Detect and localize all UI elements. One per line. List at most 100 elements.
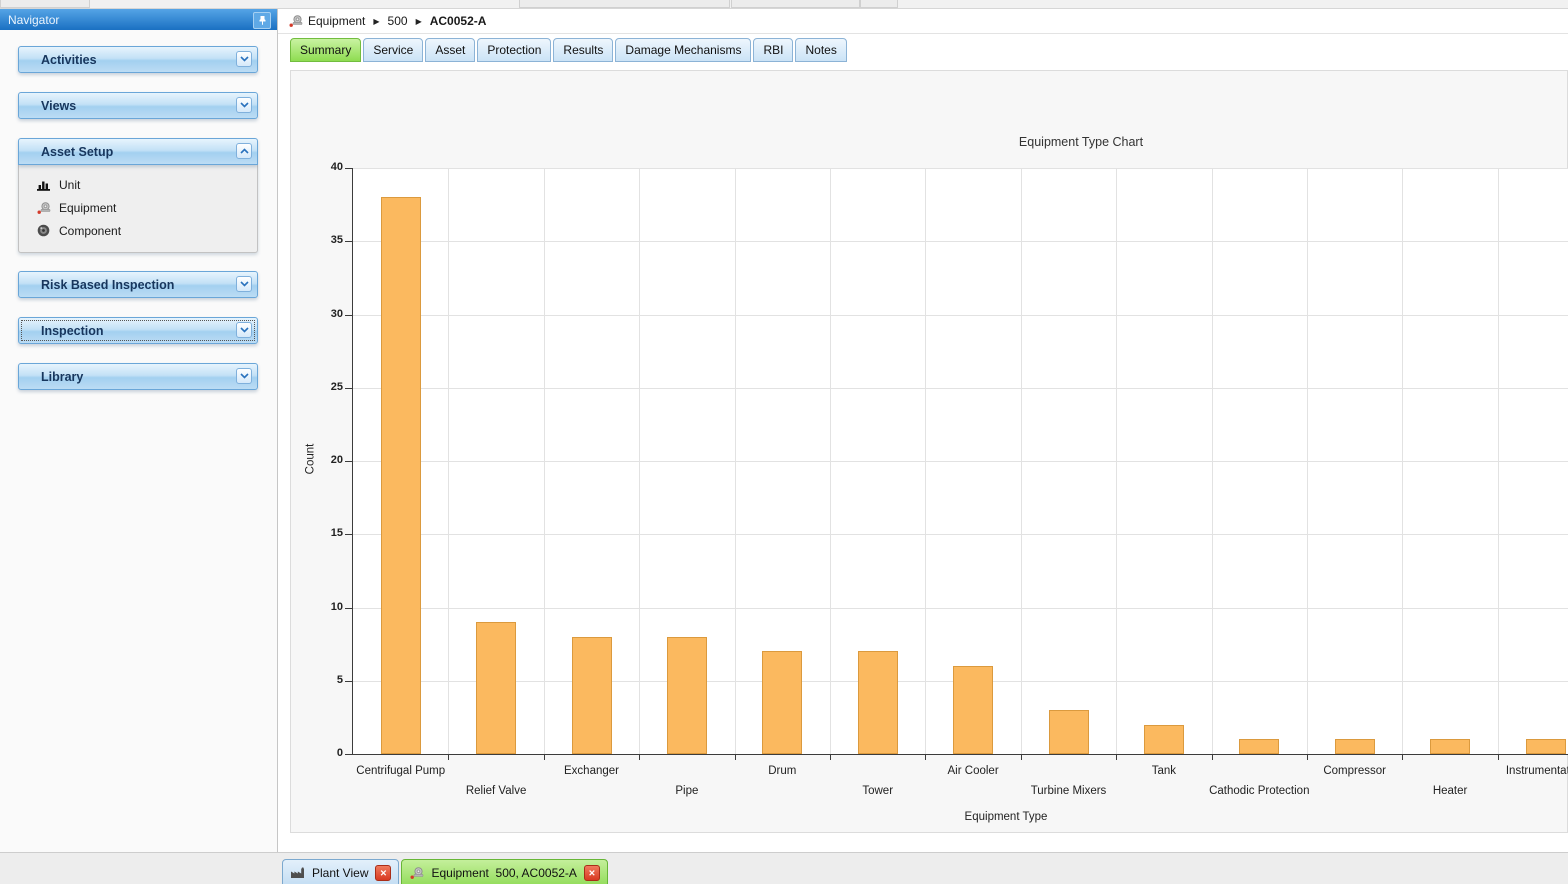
sidebar-item-equipment[interactable]: Equipment — [19, 196, 257, 219]
sidebar-item-label: Component — [52, 224, 121, 238]
gridline — [353, 608, 1568, 609]
bar-heater — [1430, 739, 1470, 754]
plot-area: 0510152025303540Centrifugal PumpRelief V… — [352, 168, 1568, 755]
section-asset-setup-toggle[interactable] — [236, 143, 252, 159]
section-header-views[interactable]: Views — [18, 92, 258, 119]
section-header-risk-based-inspection[interactable]: Risk Based Inspection — [18, 271, 258, 298]
gridline — [735, 168, 736, 754]
gridline — [639, 168, 640, 754]
bar-tank — [1144, 725, 1184, 754]
y-tick-label: 0 — [303, 747, 343, 759]
breadcrumb-item-500[interactable]: 500 — [388, 14, 408, 28]
section-activities-toggle[interactable] — [236, 51, 252, 67]
close-icon[interactable]: ✕ — [375, 865, 391, 881]
gridline — [353, 388, 1568, 389]
section-label: Views — [19, 99, 76, 113]
x-tick-label-compressor: Compressor — [1280, 765, 1430, 777]
gridline — [1402, 168, 1403, 754]
bar-instrumentation — [1526, 739, 1566, 754]
equipment-icon — [288, 13, 304, 29]
y-tick-mark — [345, 461, 352, 462]
tab-summary[interactable]: Summary — [290, 38, 361, 62]
section-views-toggle[interactable] — [236, 97, 252, 113]
section-header-inspection[interactable]: Inspection — [18, 317, 258, 344]
breadcrumb-arrow-icon: ▶ — [373, 17, 379, 26]
tab-service[interactable]: Service — [363, 38, 423, 62]
x-tick-mark — [544, 754, 545, 760]
bar-turbine-mixers — [1049, 710, 1089, 754]
y-tick-mark — [345, 315, 352, 316]
gridline — [544, 168, 545, 754]
top-toolbar-cutoff — [0, 0, 1568, 9]
tab-protection[interactable]: Protection — [477, 38, 551, 62]
x-tick-mark — [735, 754, 736, 760]
tab-results[interactable]: Results — [553, 38, 613, 62]
x-tick-mark — [1021, 754, 1022, 760]
section-library-toggle[interactable] — [236, 368, 252, 384]
chevron-down-icon — [240, 327, 249, 333]
x-tick-label-instrumentation: Instrumentation — [1471, 765, 1568, 777]
x-tick-mark — [448, 754, 449, 760]
tab-notes[interactable]: Notes — [795, 38, 846, 62]
section-inspection: Inspection — [18, 317, 258, 344]
breadcrumb-arrow-icon: ▶ — [416, 17, 422, 26]
section-header-asset-setup[interactable]: Asset Setup — [18, 138, 258, 165]
gridline — [353, 461, 1568, 462]
section-header-activities[interactable]: Activities — [18, 46, 258, 73]
section-label: Risk Based Inspection — [19, 278, 174, 292]
x-tick-mark — [1116, 754, 1117, 760]
y-tick-label: 5 — [303, 674, 343, 686]
bar-relief-valve — [476, 622, 516, 754]
y-tick-mark — [345, 241, 352, 242]
x-tick-mark — [1212, 754, 1213, 760]
section-inspection-toggle[interactable] — [236, 322, 252, 338]
tab-rbi[interactable]: RBI — [753, 38, 793, 62]
bottom-tab-equipment-500-ac0052-a[interactable]: Equipment 500, AC0052-A✕ — [401, 859, 607, 884]
bar-exchanger — [572, 637, 612, 754]
sidebar-item-unit[interactable]: Unit — [19, 173, 257, 196]
y-tick-mark — [345, 608, 352, 609]
x-tick-label-cathodic-protection: Cathodic Protection — [1184, 785, 1334, 797]
gridline — [1307, 168, 1308, 754]
equipment-type-chart: Equipment Type Chart Count Equipment Typ… — [290, 70, 1568, 833]
tab-asset[interactable]: Asset — [425, 38, 475, 62]
breadcrumb-item-equipment[interactable]: Equipment — [308, 14, 365, 28]
y-tick-label: 30 — [303, 308, 343, 320]
x-tick-mark — [830, 754, 831, 760]
tab-damage-mechanisms[interactable]: Damage Mechanisms — [615, 38, 751, 62]
toolbar-segment — [860, 0, 898, 8]
chevron-up-icon — [240, 148, 249, 154]
content-tab-bar: SummaryServiceAssetProtectionResultsDama… — [290, 38, 849, 62]
bottom-tab-label: Plant View — [312, 866, 368, 880]
section-label: Asset Setup — [19, 145, 113, 159]
gridline — [1498, 168, 1499, 754]
gridline — [1021, 168, 1022, 754]
x-tick-label-heater: Heater — [1375, 785, 1525, 797]
sidebar-item-label: Unit — [52, 178, 80, 192]
section-label: Inspection — [19, 324, 104, 338]
equipment-icon — [35, 200, 52, 216]
gridline — [830, 168, 831, 754]
y-tick-label: 25 — [303, 381, 343, 393]
plant-icon — [290, 866, 306, 880]
sidebar-item-component[interactable]: Component — [19, 219, 257, 242]
breadcrumb-item-ac0052-a[interactable]: AC0052-A — [430, 14, 487, 28]
section-header-library[interactable]: Library — [18, 363, 258, 390]
section-risk-based-inspection-toggle[interactable] — [236, 276, 252, 292]
bottom-tab-bar: Plant View✕Equipment 500, AC0052-A✕ — [0, 852, 1568, 884]
section-activities: Activities — [18, 46, 258, 73]
y-tick-mark — [345, 534, 352, 535]
bar-compressor — [1335, 739, 1375, 754]
navigator-header: Navigator — [0, 9, 277, 30]
pin-icon[interactable] — [253, 12, 271, 29]
x-tick-label-tank: Tank — [1089, 765, 1239, 777]
equipment-icon — [409, 865, 425, 881]
close-icon[interactable]: ✕ — [584, 865, 600, 881]
component-icon — [35, 223, 52, 238]
bottom-tab-plant-view[interactable]: Plant View ✕ — [282, 859, 399, 884]
chevron-down-icon — [240, 102, 249, 108]
x-tick-mark — [1498, 754, 1499, 760]
navigator-panel: Navigator Activities Views Asset Setup Unit… — [0, 9, 278, 852]
gridline — [353, 241, 1568, 242]
application-window: Navigator Activities Views Asset Setup Unit… — [0, 0, 1568, 884]
